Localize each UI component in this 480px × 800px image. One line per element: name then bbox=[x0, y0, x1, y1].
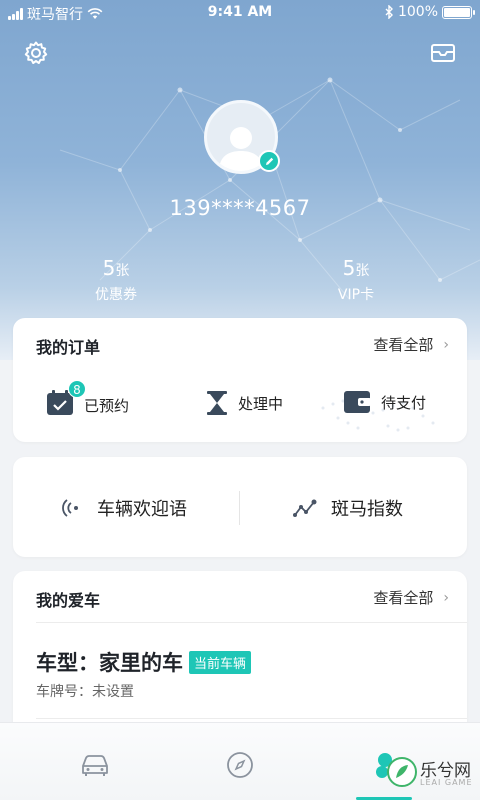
welcome-message-label: 车辆欢迎语 bbox=[97, 499, 187, 520]
car-view-all-label: 查看全部 bbox=[373, 589, 434, 607]
order-pending-payment[interactable]: 待支付 bbox=[343, 390, 426, 414]
settings-button[interactable] bbox=[21, 38, 51, 68]
profile-header bbox=[0, 0, 480, 360]
orders-title: 我的订单 bbox=[36, 338, 101, 357]
avatar-container[interactable] bbox=[204, 100, 280, 174]
tab-car[interactable] bbox=[75, 748, 115, 782]
license-plate: 车牌号：未设置 bbox=[36, 684, 134, 700]
my-car-card: 我的爱车 查看全部 › 车型：家里的车 当前车辆 车牌号：未设置 bbox=[13, 571, 467, 746]
message-button[interactable] bbox=[428, 38, 458, 68]
coupon-count: 5 bbox=[102, 256, 116, 280]
view-all-label: 查看全部 bbox=[373, 336, 434, 354]
order-processing[interactable]: 处理中 bbox=[206, 390, 283, 416]
car-title: 我的爱车 bbox=[36, 591, 101, 610]
chevron-right-icon: › bbox=[443, 336, 449, 353]
watermark-subtext: LEAI GAME bbox=[420, 778, 473, 787]
coupon-stat[interactable]: 5张 优惠券 bbox=[56, 256, 176, 304]
wallet-icon bbox=[344, 391, 371, 413]
quick-actions-card: 车辆欢迎语 斑马指数 bbox=[13, 457, 467, 557]
current-vehicle-tag: 当前车辆 bbox=[189, 650, 252, 674]
vip-unit: 张 bbox=[355, 263, 370, 279]
vip-label: VIP卡 bbox=[337, 287, 375, 303]
network-background bbox=[59, 77, 480, 301]
compass-icon bbox=[227, 752, 253, 778]
orders-view-all[interactable]: 查看全部 › bbox=[373, 334, 449, 355]
watermark: 乐兮网 LEAI GAME bbox=[384, 748, 480, 796]
car-header: 我的爱车 查看全部 › bbox=[13, 571, 467, 621]
car-icon bbox=[82, 755, 108, 776]
car-header-divider bbox=[36, 622, 467, 623]
chevron-right-icon: › bbox=[443, 589, 449, 606]
zebra-index-button[interactable]: 斑马指数 bbox=[293, 495, 403, 521]
battery-icon bbox=[442, 5, 475, 19]
quick-divider bbox=[239, 491, 240, 525]
car-model[interactable]: 车型：家里的车 当前车辆 bbox=[36, 647, 252, 677]
car-view-all[interactable]: 查看全部 › bbox=[373, 587, 449, 608]
order-reserved[interactable]: 8 已预约 bbox=[46, 380, 130, 420]
order-processing-label: 处理中 bbox=[238, 394, 284, 413]
order-pending-label: 待支付 bbox=[381, 393, 427, 412]
bluetooth-icon bbox=[385, 5, 393, 19]
car-model-text: 车型：家里的车 bbox=[36, 651, 183, 675]
orders-header: 我的订单 查看全部 › bbox=[13, 318, 467, 368]
orders-card: 我的订单 查看全部 › 8 已预约 处理中 待支付 bbox=[13, 318, 467, 442]
coupon-unit: 张 bbox=[115, 263, 130, 279]
pencil-icon bbox=[265, 157, 273, 165]
status-bar: 斑马智行 9:41 AM 100% bbox=[0, 0, 480, 26]
trend-line-icon bbox=[293, 499, 317, 517]
watermark-logo-icon bbox=[387, 757, 417, 787]
car-footer-divider bbox=[36, 718, 467, 719]
mail-icon bbox=[431, 44, 455, 62]
vip-card-stat[interactable]: 5张 VIP卡 bbox=[296, 256, 416, 304]
zebra-index-label: 斑马指数 bbox=[331, 499, 403, 520]
sound-wave-icon bbox=[62, 499, 78, 517]
welcome-message-button[interactable]: 车辆欢迎语 bbox=[61, 495, 187, 521]
vip-count: 5 bbox=[342, 256, 356, 280]
hourglass-icon bbox=[207, 391, 227, 415]
order-reserved-label: 已预约 bbox=[84, 396, 130, 415]
tab-discover[interactable] bbox=[220, 748, 260, 782]
phone-number[interactable]: 139****4567 bbox=[0, 196, 480, 220]
coupon-label: 优惠券 bbox=[95, 287, 137, 303]
edit-avatar-button[interactable] bbox=[258, 150, 280, 172]
battery-percent: 100% bbox=[397, 4, 438, 20]
reserved-count-badge: 8 bbox=[68, 380, 86, 398]
gear-icon bbox=[24, 41, 48, 64]
